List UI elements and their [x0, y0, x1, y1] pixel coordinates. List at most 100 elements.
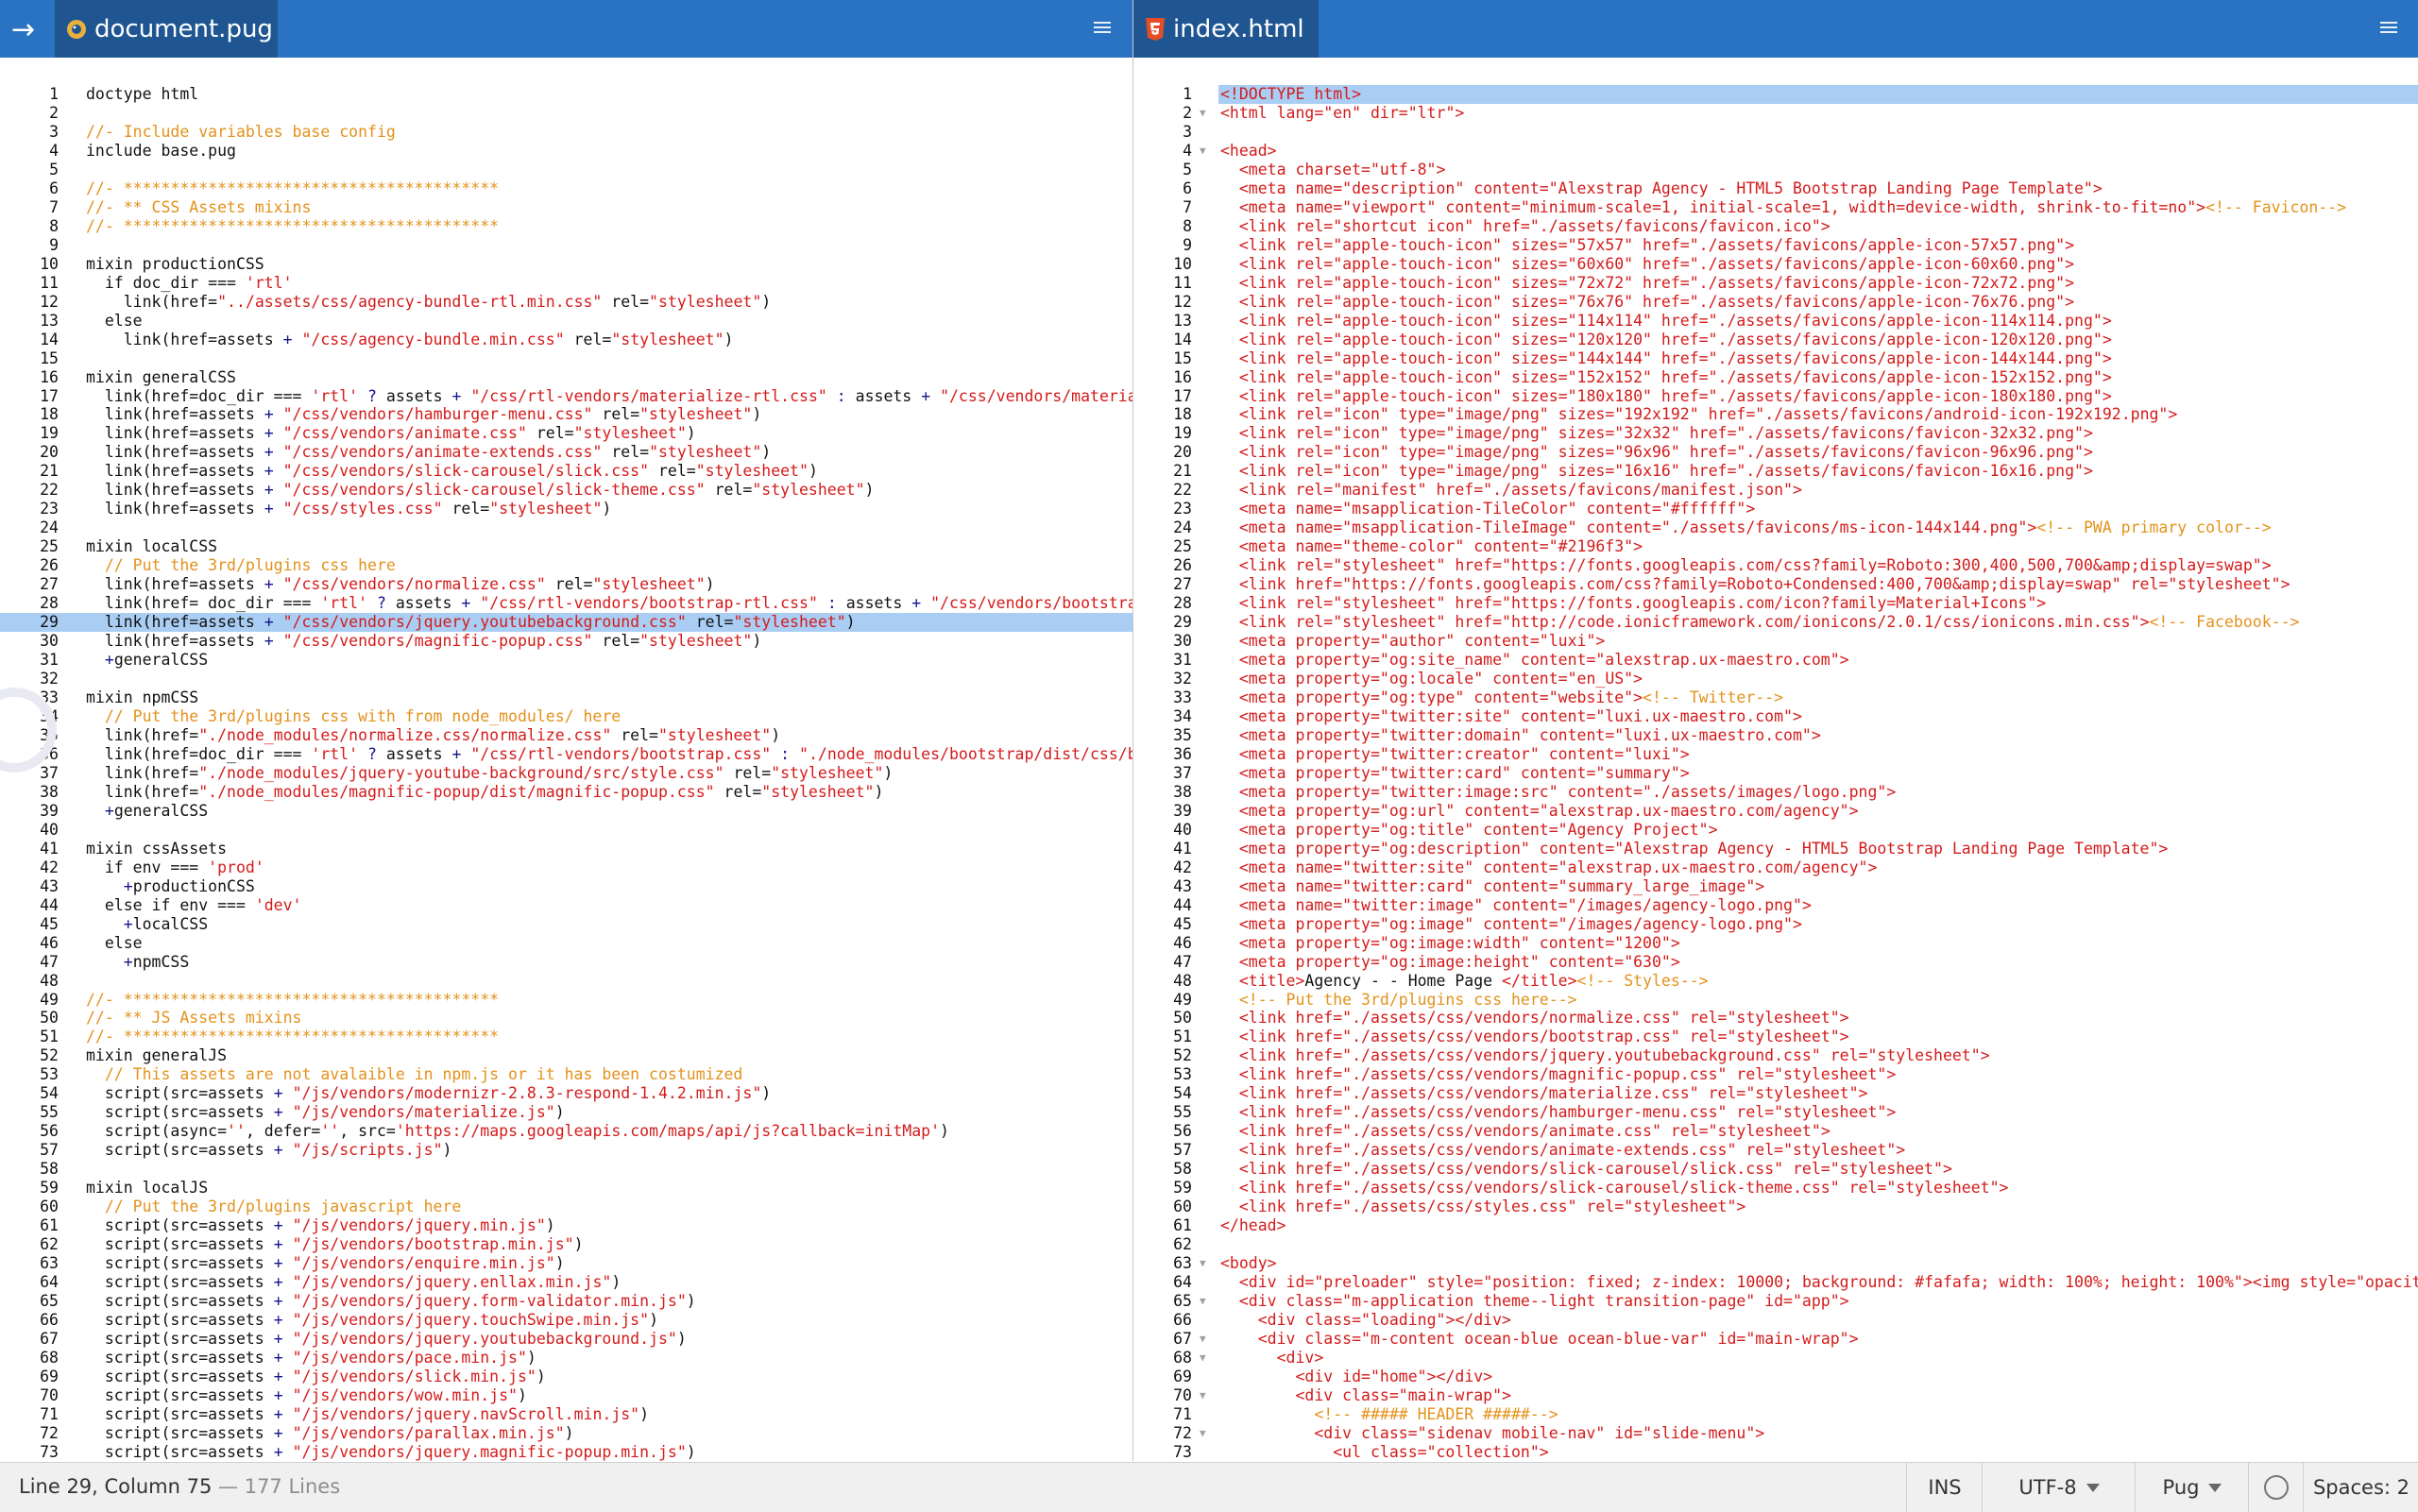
code-line[interactable]: 15 <link rel="apple-touch-icon" sizes="1…: [1133, 349, 2418, 368]
code-line[interactable]: 55 script(src=assets + "/js/vendors/mate…: [0, 1103, 1132, 1122]
code-line[interactable]: 31 +generalCSS: [0, 651, 1132, 670]
fold-toggle-icon[interactable]: ▼: [1200, 1424, 1206, 1443]
encoding-select[interactable]: UTF-8: [1982, 1463, 2136, 1512]
fold-toggle-icon[interactable]: ▼: [1200, 1349, 1206, 1368]
code-line[interactable]: 49 <!-- Put the 3rd/plugins css here-->: [1133, 991, 2418, 1010]
code-line[interactable]: 14 link(href=assets + "/css/agency-bundl…: [0, 331, 1132, 349]
code-line[interactable]: 54 <link href="./assets/css/vendors/mate…: [1133, 1084, 2418, 1103]
code-line[interactable]: 69 script(src=assets + "/js/vendors/slic…: [0, 1368, 1132, 1386]
code-line[interactable]: 61 script(src=assets + "/js/vendors/jque…: [0, 1216, 1132, 1235]
code-line[interactable]: 26 <link rel="stylesheet" href="https://…: [1133, 556, 2418, 575]
code-line[interactable]: 20 <link rel="icon" type="image/png" siz…: [1133, 443, 2418, 462]
code-line[interactable]: 26 // Put the 3rd/plugins css here: [0, 556, 1132, 575]
code-line[interactable]: 48: [0, 972, 1132, 991]
code-line[interactable]: 63 ▼ <body>: [1133, 1254, 2418, 1273]
code-line[interactable]: 73 script(src=assets + "/js/vendors/jque…: [0, 1443, 1132, 1461]
code-line[interactable]: 40: [0, 821, 1132, 840]
code-line[interactable]: 32 <meta property="og:locale" content="e…: [1133, 670, 2418, 688]
code-line[interactable]: 72 script(src=assets + "/js/vendors/para…: [0, 1424, 1132, 1443]
code-line[interactable]: 13 <link rel="apple-touch-icon" sizes="1…: [1133, 312, 2418, 331]
code-line[interactable]: 73 <ul class="collection">: [1133, 1443, 2418, 1461]
code-line[interactable]: 41 <meta property="og:description" conte…: [1133, 840, 2418, 858]
code-line[interactable]: 52 <link href="./assets/css/vendors/jque…: [1133, 1046, 2418, 1065]
code-line[interactable]: 2: [0, 104, 1132, 123]
code-line[interactable]: 66 script(src=assets + "/js/vendors/jque…: [0, 1311, 1132, 1330]
code-line[interactable]: 62: [1133, 1235, 2418, 1254]
code-line[interactable]: 49 //- **********************************…: [0, 991, 1132, 1010]
code-line[interactable]: 47 +npmCSS: [0, 953, 1132, 972]
code-line[interactable]: 15: [0, 349, 1132, 368]
code-line[interactable]: 68 ▼ <div>: [1133, 1349, 2418, 1368]
code-line[interactable]: 44 <meta name="twitter:image" content="/…: [1133, 896, 2418, 915]
code-line[interactable]: 29 <link rel="stylesheet" href="http://c…: [1133, 613, 2418, 632]
status-circle-button[interactable]: [2248, 1463, 2304, 1512]
code-line[interactable]: 34 <meta property="twitter:site" content…: [1133, 707, 2418, 726]
code-line[interactable]: 30 <meta property="author" content="luxi…: [1133, 632, 2418, 651]
code-line[interactable]: 16 <link rel="apple-touch-icon" sizes="1…: [1133, 368, 2418, 387]
pane-menu-icon[interactable]: [1094, 19, 1111, 36]
code-line[interactable]: 36 link(href=doc_dir === 'rtl' ? assets …: [0, 745, 1132, 764]
code-line[interactable]: 37 link(href="./node_modules/jquery-yout…: [0, 764, 1132, 783]
code-line[interactable]: 18 link(href=assets + "/css/vendors/hamb…: [0, 405, 1132, 424]
code-line[interactable]: 19 <link rel="icon" type="image/png" siz…: [1133, 424, 2418, 443]
code-line[interactable]: 3: [1133, 123, 2418, 142]
code-line[interactable]: 52 mixin generalJS: [0, 1046, 1132, 1065]
code-line[interactable]: 27 link(href=assets + "/css/vendors/norm…: [0, 575, 1132, 594]
code-line[interactable]: 33 mixin npmCSS: [0, 688, 1132, 707]
code-line[interactable]: 6 //- ***********************************…: [0, 179, 1132, 198]
code-line[interactable]: 46 else: [0, 934, 1132, 953]
code-line[interactable]: 10 <link rel="apple-touch-icon" sizes="6…: [1133, 255, 2418, 274]
code-line[interactable]: 45 <meta property="og:image" content="/i…: [1133, 915, 2418, 934]
tab-index-html[interactable]: index.html: [1133, 0, 1319, 58]
code-line[interactable]: 12 link(href="../assets/css/agency-bundl…: [0, 293, 1132, 312]
code-line[interactable]: 38 <meta property="twitter:image:src" co…: [1133, 783, 2418, 802]
tab-document-pug[interactable]: document.pug: [55, 0, 278, 58]
code-editor[interactable]: 1 doctype html 2 3 //- Include variables bas…: [0, 85, 1132, 1461]
code-line[interactable]: 67 ▼ <div class="m-content ocean-blue oce…: [1133, 1330, 2418, 1349]
code-line[interactable]: 36 <meta property="twitter:creator" cont…: [1133, 745, 2418, 764]
code-line[interactable]: 61 </head>: [1133, 1216, 2418, 1235]
code-line[interactable]: 30 link(href=assets + "/css/vendors/magn…: [0, 632, 1132, 651]
code-line[interactable]: 10 mixin productionCSS: [0, 255, 1132, 274]
code-line[interactable]: 38 link(href="./node_modules/magnific-po…: [0, 783, 1132, 802]
code-line[interactable]: 53 <link href="./assets/css/vendors/magn…: [1133, 1065, 2418, 1084]
code-line[interactable]: 43 +productionCSS: [0, 877, 1132, 896]
code-line[interactable]: 4 ▼ <head>: [1133, 142, 2418, 161]
code-line[interactable]: 17 link(href=doc_dir === 'rtl' ? assets …: [0, 387, 1132, 406]
fold-toggle-icon[interactable]: ▼: [1200, 1254, 1206, 1273]
code-line[interactable]: 71 <!-- ##### HEADER #####-->: [1133, 1405, 2418, 1424]
insert-mode-toggle[interactable]: INS: [1906, 1463, 1983, 1512]
code-line[interactable]: 23 <meta name="msapplication-TileColor" …: [1133, 500, 2418, 518]
code-line[interactable]: 53 // This assets are not avalaible in n…: [0, 1065, 1132, 1084]
code-line[interactable]: 13 else: [0, 312, 1132, 331]
indentation-select[interactable]: Spaces: 2: [2303, 1463, 2418, 1512]
code-line[interactable]: 19 link(href=assets + "/css/vendors/anim…: [0, 424, 1132, 443]
code-line[interactable]: 21 <link rel="icon" type="image/png" siz…: [1133, 462, 2418, 481]
fold-toggle-icon[interactable]: ▼: [1200, 1386, 1206, 1405]
fold-toggle-icon[interactable]: ▼: [1200, 104, 1206, 123]
code-line[interactable]: 58 <link href="./assets/css/vendors/slic…: [1133, 1160, 2418, 1179]
code-line[interactable]: 24 <meta name="msapplication-TileImage" …: [1133, 518, 2418, 537]
code-line[interactable]: 45 +localCSS: [0, 915, 1132, 934]
code-line[interactable]: 51 //- **********************************…: [0, 1028, 1132, 1046]
code-line[interactable]: 59 mixin localJS: [0, 1179, 1132, 1198]
code-line[interactable]: 71 script(src=assets + "/js/vendors/jque…: [0, 1405, 1132, 1424]
code-line[interactable]: 48 <title>Agency - - Home Page </title><…: [1133, 972, 2418, 991]
code-line[interactable]: 20 link(href=assets + "/css/vendors/anim…: [0, 443, 1132, 462]
code-line[interactable]: 25 mixin localCSS: [0, 537, 1132, 556]
code-line[interactable]: 35 <meta property="twitter:domain" conte…: [1133, 726, 2418, 745]
code-line[interactable]: 42 if env === 'prod': [0, 858, 1132, 877]
code-line[interactable]: 16 mixin generalCSS: [0, 368, 1132, 387]
code-line[interactable]: 60 <link href="./assets/css/styles.css" …: [1133, 1198, 2418, 1216]
code-line[interactable]: 1 <!DOCTYPE html>: [1183, 85, 2418, 104]
code-line[interactable]: 58: [0, 1160, 1132, 1179]
code-editor[interactable]: 1 <!DOCTYPE html> 2 ▼ <html lang="en" dir="l…: [1133, 85, 2418, 1461]
code-line[interactable]: 18 <link rel="icon" type="image/png" siz…: [1133, 405, 2418, 424]
code-line[interactable]: 64 <div id="preloader" style="position: …: [1133, 1273, 2418, 1292]
code-line[interactable]: 56 script(async='', defer='', src='https…: [0, 1122, 1132, 1141]
code-line[interactable]: 28 link(href= doc_dir === 'rtl' ? assets…: [0, 594, 1132, 613]
code-line[interactable]: 17 <link rel="apple-touch-icon" sizes="1…: [1133, 387, 2418, 406]
code-line[interactable]: 56 <link href="./assets/css/vendors/anim…: [1133, 1122, 2418, 1141]
code-line[interactable]: 29 link(href=assets + "/css/vendors/jque…: [0, 613, 1132, 633]
code-line[interactable]: 43 <meta name="twitter:card" content="su…: [1133, 877, 2418, 896]
